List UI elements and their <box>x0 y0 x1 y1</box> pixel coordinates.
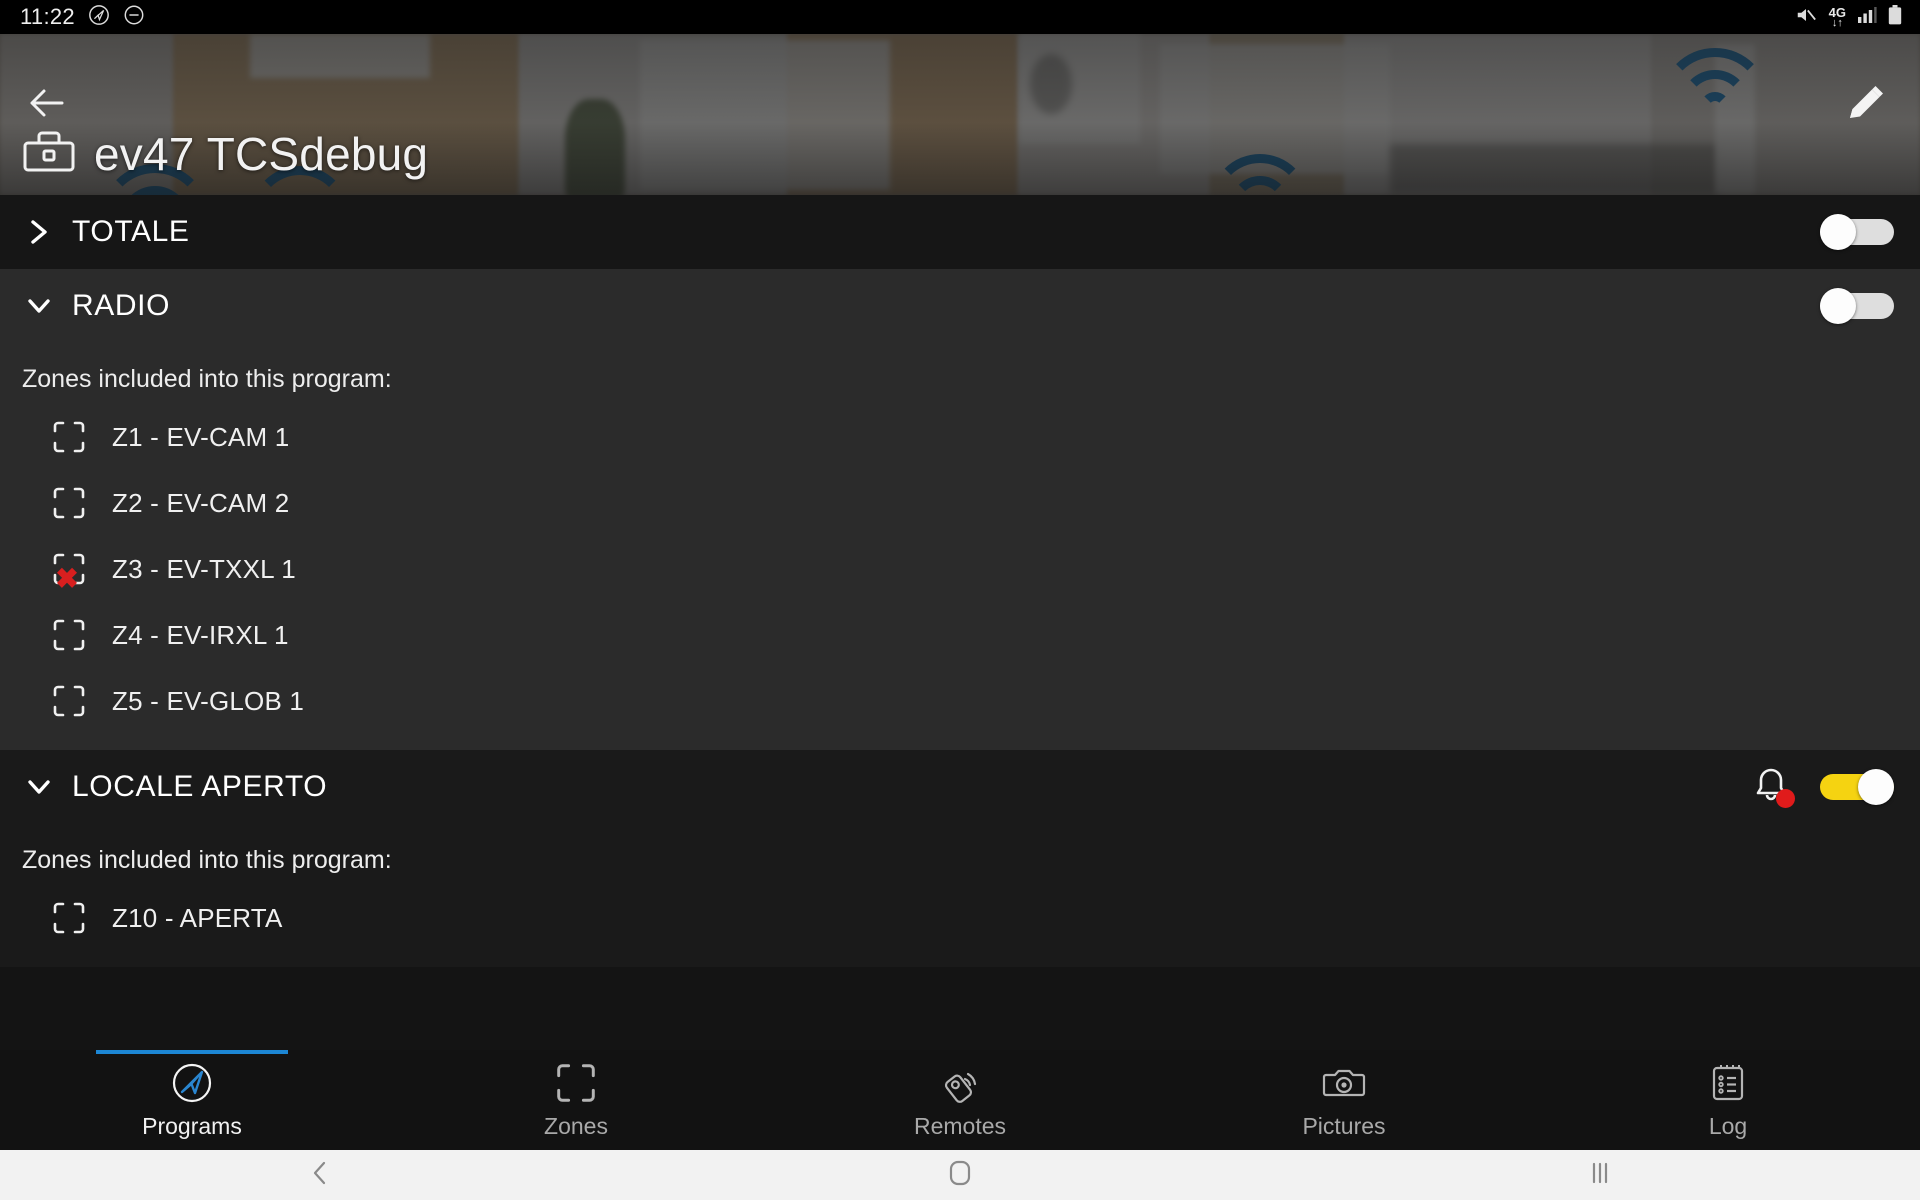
clipboard-list-icon <box>1705 1060 1751 1106</box>
zone-label: Z10 - APERTA <box>112 902 283 933</box>
tab-label: Pictures <box>1302 1113 1386 1139</box>
scan-frame-icon <box>52 420 86 454</box>
battery-icon <box>1888 4 1902 30</box>
tab-label: Log <box>1708 1113 1748 1139</box>
tab-label: Remotes <box>913 1113 1007 1139</box>
zone-label: Z4 - EV-IRXL 1 <box>112 619 289 650</box>
chevron-down-icon[interactable] <box>22 774 56 800</box>
zone-label: Z3 - EV-TXXL 1 <box>112 553 296 584</box>
recents-bars-icon <box>1587 1159 1613 1192</box>
scan-frame-icon: ✖ <box>52 552 86 593</box>
status-bar-right: 4G ↓↑ <box>1794 4 1920 31</box>
zone-label: Z5 - EV-GLOB 1 <box>112 685 305 716</box>
program-controls-radio <box>1820 288 1894 324</box>
toolbox-icon <box>22 126 76 181</box>
tab-programs[interactable]: Programs <box>0 1050 384 1150</box>
status-bar-clock: 11:22 <box>20 4 75 29</box>
home-nav-button[interactable] <box>640 1158 1280 1193</box>
program-toggle-totale[interactable] <box>1820 214 1894 250</box>
program-toggle-radio[interactable] <box>1820 288 1894 324</box>
alarm-bell-icon[interactable] <box>1750 765 1795 809</box>
status-bar: 11:22 4G ↓↑ <box>0 0 1920 34</box>
back-nav-button[interactable] <box>0 1158 640 1193</box>
app-root: 11:22 4G ↓↑ ev47 TCSdebug TOTALE RADIO Z… <box>0 0 1920 1200</box>
bottom-tab-bar: Programs Zones Remotes Pictures Log <box>0 1050 1920 1150</box>
program-controls-totale <box>1820 214 1894 250</box>
android-nav-bar <box>0 1150 1920 1200</box>
header-title-row: ev47 TCSdebug <box>22 126 428 181</box>
pencil-icon[interactable] <box>1840 80 1892 128</box>
compass-logo-icon <box>169 1060 215 1106</box>
header-content: ev47 TCSdebug <box>0 34 1920 195</box>
tab-remotes[interactable]: Remotes <box>768 1050 1152 1150</box>
scan-frame-icon <box>52 618 86 652</box>
do-not-disturb-icon <box>123 4 145 31</box>
alarm-badge-dot <box>1776 789 1795 808</box>
scan-frame-icon <box>553 1060 599 1106</box>
scan-frame-icon <box>52 486 86 520</box>
back-arrow-icon[interactable] <box>22 80 74 126</box>
zone-row[interactable]: Z5 - EV-GLOB 1 <box>0 668 1920 734</box>
program-section-radio: RADIO Zones included into this program: … <box>0 269 1920 750</box>
tab-log[interactable]: Log <box>1536 1050 1920 1150</box>
program-header-totale[interactable]: TOTALE <box>0 195 1920 269</box>
program-toggle-locale-aperto[interactable] <box>1820 769 1894 805</box>
zone-row[interactable]: Z1 - EV-CAM 1 <box>0 404 1920 470</box>
program-header-radio[interactable]: RADIO <box>0 269 1920 343</box>
zones-included-label-locale-aperto: Zones included into this program: <box>22 846 392 874</box>
program-header-locale-aperto[interactable]: LOCALE APERTO <box>0 750 1920 824</box>
status-bar-left: 11:22 <box>0 4 145 31</box>
remote-signal-icon <box>937 1060 983 1106</box>
program-section-locale-aperto: LOCALE APERTO Zones included into this p… <box>0 750 1920 967</box>
chevron-left-icon <box>307 1158 333 1193</box>
scan-frame-icon <box>52 684 86 718</box>
zones-included-label-radio: Zones included into this program: <box>22 365 392 393</box>
program-name-radio: RADIO <box>72 289 171 322</box>
program-section-totale: TOTALE <box>0 195 1920 269</box>
signal-bars-icon <box>1857 6 1877 29</box>
navigation-app-icon <box>88 4 110 31</box>
scan-frame-icon <box>52 901 86 935</box>
mute-icon <box>1794 4 1818 31</box>
zone-label: Z1 - EV-CAM 1 <box>112 421 290 452</box>
zone-row[interactable]: Z10 - APERTA <box>0 885 1920 951</box>
tab-label: Zones <box>544 1113 608 1139</box>
active-tab-indicator <box>96 1050 288 1054</box>
zone-row[interactable]: ✖ Z3 - EV-TXXL 1 <box>0 536 1920 602</box>
network-arrows-label: ↓↑ <box>1831 16 1843 29</box>
camera-icon <box>1321 1060 1367 1106</box>
app-header: ev47 TCSdebug <box>0 34 1920 195</box>
zone-row[interactable]: Z4 - EV-IRXL 1 <box>0 602 1920 668</box>
program-body-radio: Zones included into this program: Z1 - E… <box>0 343 1920 750</box>
chevron-right-icon[interactable] <box>22 217 56 247</box>
program-controls-locale-aperto <box>1750 765 1894 809</box>
tab-pictures[interactable]: Pictures <box>1152 1050 1536 1150</box>
home-square-icon <box>948 1158 972 1193</box>
program-name-totale: TOTALE <box>72 215 190 248</box>
network-type-indicator: 4G ↓↑ <box>1829 6 1846 29</box>
tab-zones[interactable]: Zones <box>384 1050 768 1150</box>
program-body-locale-aperto: Zones included into this program: Z10 - … <box>0 824 1920 967</box>
zone-fault-x-icon: ✖ <box>55 563 79 594</box>
zone-row[interactable]: Z2 - EV-CAM 2 <box>0 470 1920 536</box>
zone-label: Z2 - EV-CAM 2 <box>112 487 290 518</box>
program-name-locale-aperto: LOCALE APERTO <box>72 770 328 803</box>
chevron-down-icon[interactable] <box>22 293 56 319</box>
tab-label: Programs <box>142 1113 242 1139</box>
page-title: ev47 TCSdebug <box>94 127 429 180</box>
recents-nav-button[interactable] <box>1280 1159 1920 1192</box>
programs-list: TOTALE RADIO Zones included into this pr… <box>0 195 1920 1050</box>
